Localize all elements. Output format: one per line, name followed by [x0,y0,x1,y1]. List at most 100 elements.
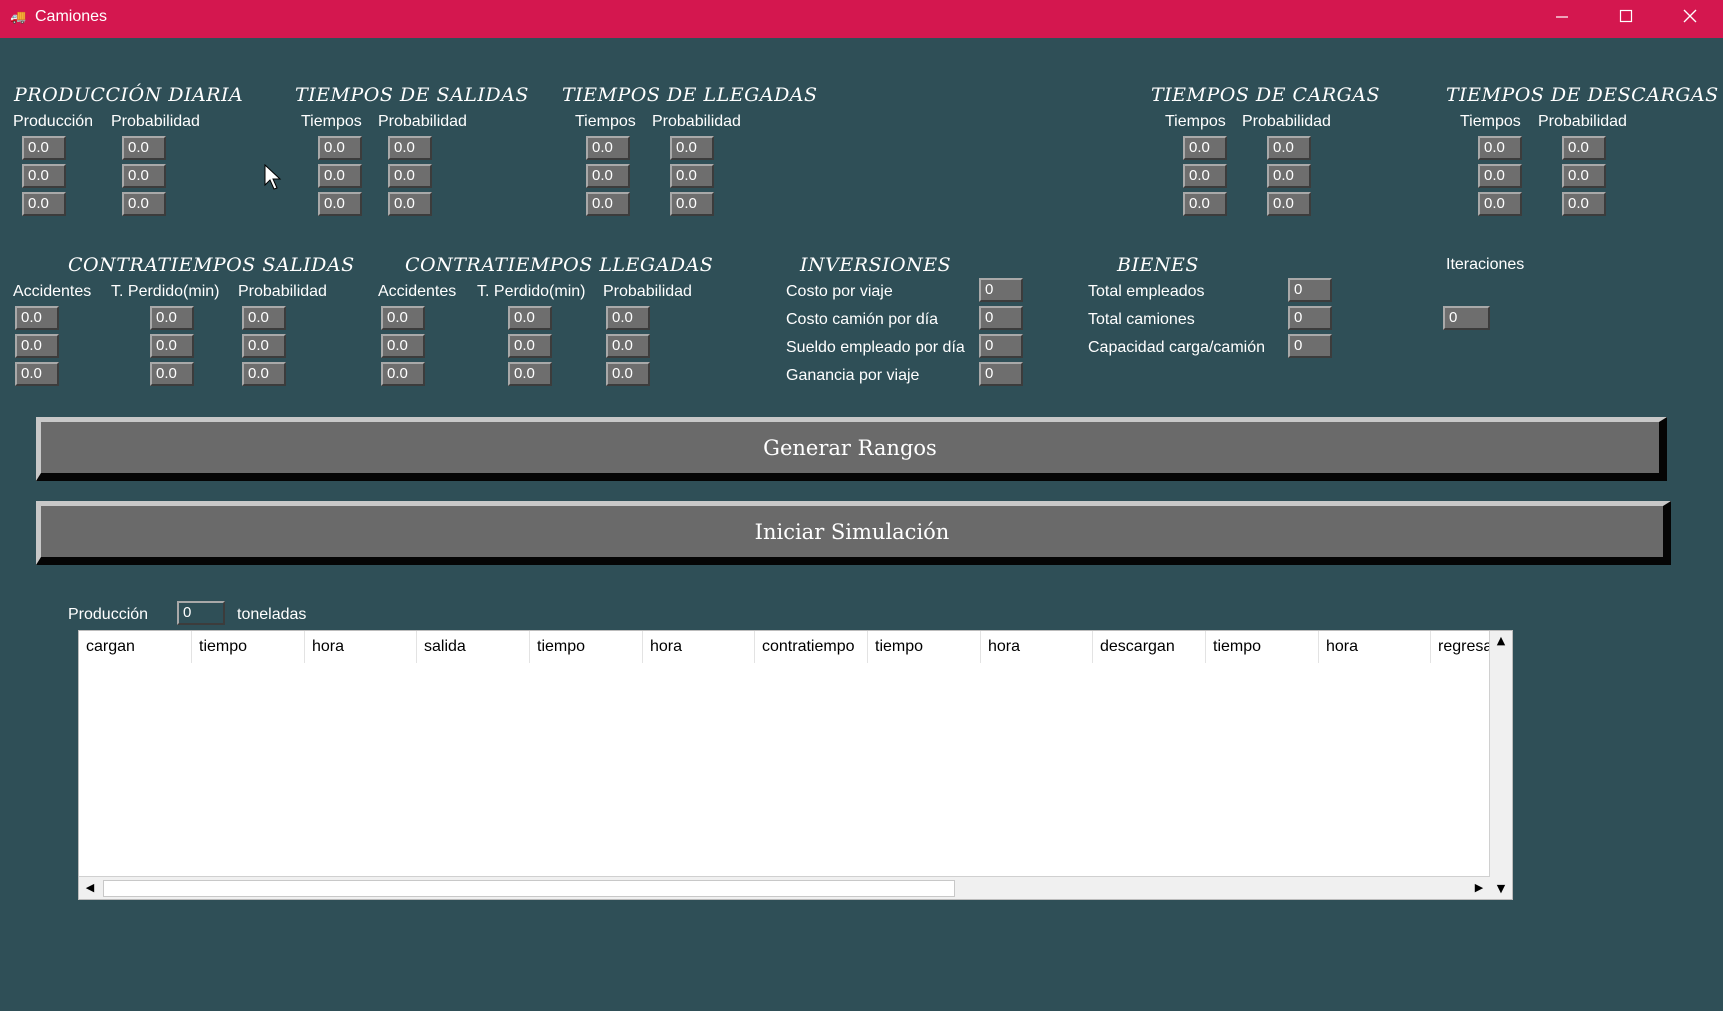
table-column-header[interactable]: cargan [79,631,192,663]
salida-time-field[interactable]: 0.0 [318,192,362,216]
scroll-left-icon[interactable]: ◀ [80,878,100,898]
table-column-header[interactable]: hora [1319,631,1431,663]
llegada-probability-field[interactable]: 0.0 [670,136,714,160]
contratiempo-salida-accidentes-field[interactable]: 0.0 [15,334,59,358]
llegada-time-field[interactable]: 0.0 [586,136,630,160]
title-bar: 🚚 Camiones [0,0,1723,38]
column-label-tiempos: Tiempos [301,113,362,130]
table-column-header[interactable]: hora [981,631,1093,663]
column-label-probabilidad: Probabilidad [111,113,200,130]
column-label-produccion: Producción [13,113,94,130]
total-empleados-field[interactable]: 0 [1288,278,1332,302]
carga-time-field[interactable]: 0.0 [1183,192,1227,216]
contratiempo-salida-tiempo-field[interactable]: 0.0 [150,334,194,358]
llegada-probability-field[interactable]: 0.0 [670,192,714,216]
table-column-header[interactable]: salida [417,631,530,663]
contratiempo-salida-probability-field[interactable]: 0.0 [242,306,286,330]
maximize-button[interactable] [1594,0,1658,32]
iteraciones-field[interactable]: 0 [1443,306,1490,330]
contratiempo-llegada-accidentes-field[interactable]: 0.0 [381,306,425,330]
descarga-time-field[interactable]: 0.0 [1478,164,1522,188]
scroll-up-icon[interactable]: ▲ [1491,631,1511,651]
minimize-button[interactable] [1530,0,1594,32]
carga-probability-field[interactable]: 0.0 [1267,192,1311,216]
label-total-camiones: Total camiones [1088,311,1195,328]
section-title-tiempos-cargas: TIEMPOS DE CARGAS [1151,84,1381,106]
contratiempo-llegada-probability-field[interactable]: 0.0 [606,334,650,358]
llegada-time-field[interactable]: 0.0 [586,164,630,188]
vertical-scrollbar[interactable]: ▲ ▼ [1489,631,1512,899]
table-column-header[interactable]: contratiempo [755,631,868,663]
costo-por-viaje-field[interactable]: 0 [979,278,1023,302]
salida-probability-field[interactable]: 0.0 [388,136,432,160]
llegada-probability-field[interactable]: 0.0 [670,164,714,188]
ganancia-por-viaje-field[interactable]: 0 [979,362,1023,386]
produccion-value-field[interactable]: 0.0 [22,136,66,160]
salida-probability-field[interactable]: 0.0 [388,164,432,188]
table-column-header[interactable]: descargan [1093,631,1206,663]
contratiempo-salida-tiempo-field[interactable]: 0.0 [150,362,194,386]
produccion-value-field[interactable]: 0.0 [22,164,66,188]
iniciar-simulacion-button[interactable]: Iniciar Simulación [36,501,1671,565]
column-label-probabilidad: Probabilidad [652,113,741,130]
results-table[interactable]: cargan tiempo hora salida tiempo hora co… [78,630,1513,900]
table-column-header[interactable]: hora [305,631,417,663]
contratiempo-llegada-probability-field[interactable]: 0.0 [606,362,650,386]
table-column-header[interactable]: tiempo [868,631,981,663]
table-column-header[interactable]: tiempo [192,631,305,663]
column-label-tiempos: Tiempos [575,113,636,130]
descarga-probability-field[interactable]: 0.0 [1562,136,1606,160]
section-title-produccion-diaria: PRODUCCIÓN DIARIA [14,84,244,106]
salida-probability-field[interactable]: 0.0 [388,192,432,216]
salida-time-field[interactable]: 0.0 [318,136,362,160]
maximize-icon [1619,9,1633,23]
contratiempo-salida-probability-field[interactable]: 0.0 [242,362,286,386]
table-column-header[interactable]: regresa [1431,631,1491,663]
carga-probability-field[interactable]: 0.0 [1267,164,1311,188]
contratiempo-llegada-probability-field[interactable]: 0.0 [606,306,650,330]
contratiempo-salida-tiempo-field[interactable]: 0.0 [150,306,194,330]
costo-camion-dia-field[interactable]: 0 [979,306,1023,330]
contratiempo-llegada-accidentes-field[interactable]: 0.0 [381,334,425,358]
produccion-probability-field[interactable]: 0.0 [122,164,166,188]
label-produccion-result: Producción [68,606,149,623]
descarga-time-field[interactable]: 0.0 [1478,192,1522,216]
sueldo-empleado-dia-field[interactable]: 0 [979,334,1023,358]
table-column-header[interactable]: tiempo [1206,631,1319,663]
contratiempo-llegada-tiempo-field[interactable]: 0.0 [508,362,552,386]
carga-time-field[interactable]: 0.0 [1183,164,1227,188]
produccion-value-field[interactable]: 0.0 [22,192,66,216]
column-label-probabilidad: Probabilidad [1538,113,1627,130]
capacidad-carga-field[interactable]: 0 [1288,334,1332,358]
total-camiones-field[interactable]: 0 [1288,306,1332,330]
column-label-tiempo-perdido: T. Perdido(min) [477,283,586,300]
contratiempo-salida-accidentes-field[interactable]: 0.0 [15,362,59,386]
table-column-header[interactable]: tiempo [530,631,643,663]
contratiempo-llegada-tiempo-field[interactable]: 0.0 [508,306,552,330]
label-costo-camion-dia: Costo camión por día [786,311,939,328]
contratiempo-salida-probability-field[interactable]: 0.0 [242,334,286,358]
section-title-bienes: BIENES [1117,254,1199,276]
column-label-probabilidad: Probabilidad [238,283,327,300]
descarga-time-field[interactable]: 0.0 [1478,136,1522,160]
descarga-probability-field[interactable]: 0.0 [1562,164,1606,188]
llegada-time-field[interactable]: 0.0 [586,192,630,216]
salida-time-field[interactable]: 0.0 [318,164,362,188]
produccion-probability-field[interactable]: 0.0 [122,192,166,216]
carga-time-field[interactable]: 0.0 [1183,136,1227,160]
contratiempo-salida-accidentes-field[interactable]: 0.0 [15,306,59,330]
column-label-tiempos: Tiempos [1460,113,1521,130]
scroll-down-icon[interactable]: ▼ [1491,879,1511,899]
scroll-right-icon[interactable]: ▶ [1469,878,1489,898]
contratiempo-llegada-accidentes-field[interactable]: 0.0 [381,362,425,386]
contratiempo-llegada-tiempo-field[interactable]: 0.0 [508,334,552,358]
descarga-probability-field[interactable]: 0.0 [1562,192,1606,216]
table-column-header[interactable]: hora [643,631,755,663]
close-button[interactable] [1658,0,1722,32]
column-label-probabilidad: Probabilidad [1242,113,1331,130]
generar-rangos-button[interactable]: Generar Rangos [36,417,1667,481]
horizontal-scroll-thumb[interactable] [103,880,955,897]
horizontal-scrollbar[interactable]: ◀ ▶ [79,876,1490,899]
carga-probability-field[interactable]: 0.0 [1267,136,1311,160]
produccion-probability-field[interactable]: 0.0 [122,136,166,160]
